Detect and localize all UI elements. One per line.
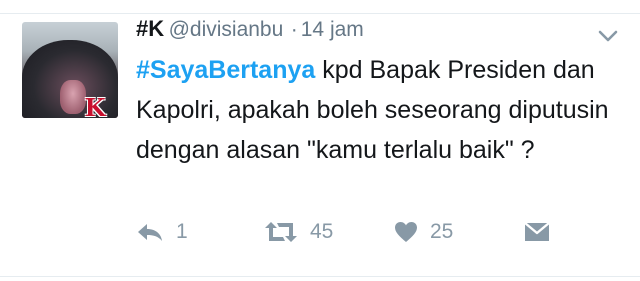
chevron-down-icon[interactable] xyxy=(596,26,620,46)
tweet-actions: 1 45 25 xyxy=(136,216,616,248)
hashtag-link[interactable]: #SayaBertanya xyxy=(136,56,315,84)
reply-button[interactable]: 1 xyxy=(136,216,188,248)
retweet-button[interactable]: 45 xyxy=(264,216,333,248)
heart-icon xyxy=(395,222,417,242)
direct-message-button[interactable] xyxy=(524,216,550,248)
envelope-icon xyxy=(524,222,550,241)
reply-icon xyxy=(138,224,162,241)
tweet-header: #K @divisianbu · 14 jam xyxy=(136,16,364,48)
author-name[interactable]: #K xyxy=(136,16,164,41)
avatar-badge: K xyxy=(84,93,106,119)
separator-dot: · xyxy=(290,18,298,41)
tweet-text: #SayaBertanya kpd Bapak Presiden dan Kap… xyxy=(136,50,626,170)
tweet-timestamp[interactable]: 14 jam xyxy=(301,18,364,41)
tweet-card[interactable]: K #K @divisianbu · 14 jam #SayaBertanya k… xyxy=(0,0,640,262)
bottom-divider xyxy=(0,276,640,277)
author-handle[interactable]: @divisianbu xyxy=(169,18,284,41)
reply-count: 1 xyxy=(176,220,188,243)
avatar[interactable]: K xyxy=(22,22,118,118)
like-button[interactable]: 25 xyxy=(394,216,453,248)
retweet-count: 45 xyxy=(310,220,334,243)
like-count: 25 xyxy=(430,220,454,243)
retweet-icon xyxy=(265,222,297,242)
